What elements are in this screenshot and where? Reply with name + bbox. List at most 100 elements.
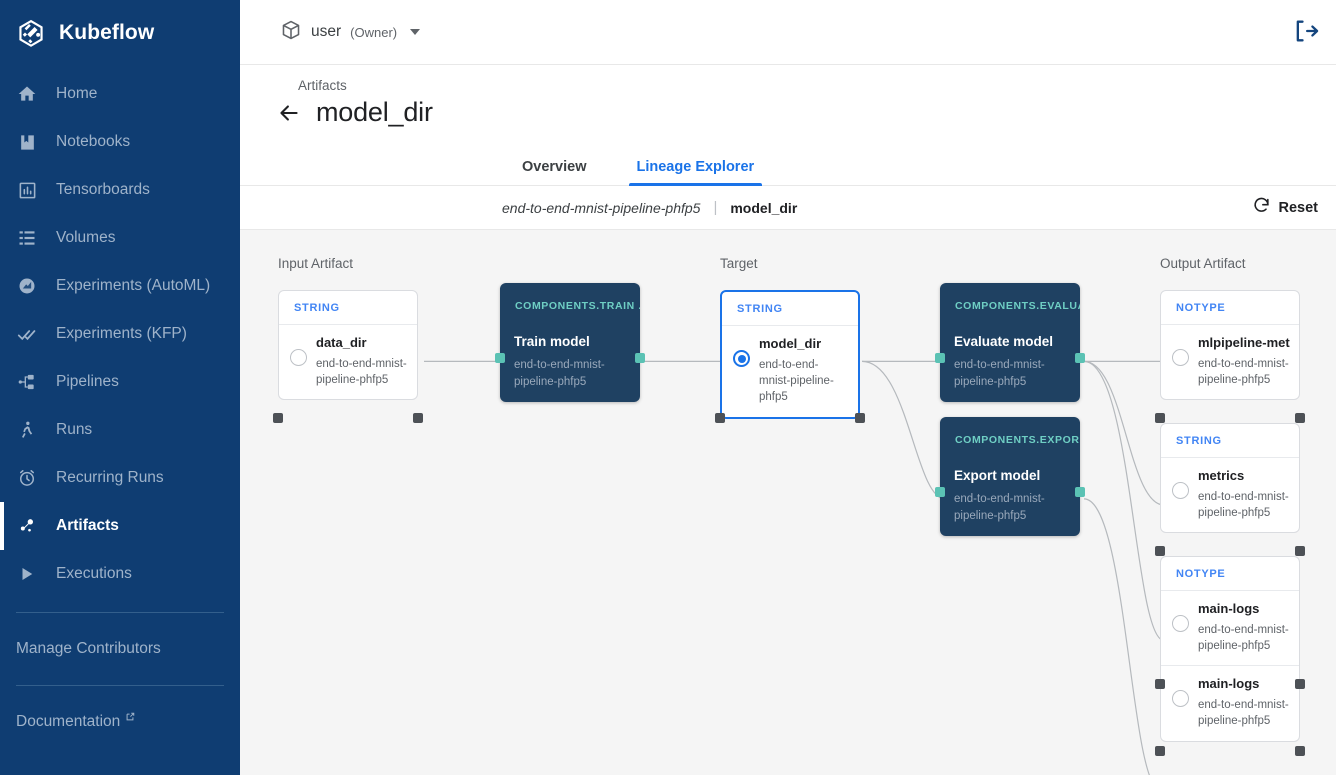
artifact-row[interactable]: main-logs end-to-end-mnist-pipeline-phfp… — [1161, 591, 1299, 665]
artifact-row[interactable]: main-logs end-to-end-mnist-pipeline-phfp… — [1161, 665, 1299, 740]
artifact-text: main-logs end-to-end-mnist-pipeline-phfp… — [1198, 599, 1289, 654]
column-label-input-artifact: Input Artifact — [278, 256, 354, 271]
node-execution-export-model[interactable]: COMPONENTS.EXPOR... Export model end-to-… — [935, 417, 1085, 537]
node-output-artifact-main-logs[interactable]: NOTYPE main-logs end-to-end-mnist-pipeli… — [1155, 556, 1305, 756]
artifact-title: data_dir — [316, 335, 367, 350]
sidebar-manage-contributors[interactable]: Manage Contributors — [0, 627, 240, 671]
lineage-canvas[interactable]: Input Artifact Target Output Artifact ST… — [240, 230, 1336, 775]
artifact-card[interactable]: STRING metrics end-to-end-mnist-pipeline… — [1160, 423, 1300, 534]
node-execution-train-model[interactable]: COMPONENTS.TRAIN ... Train model end-to-… — [495, 283, 645, 403]
output-port[interactable] — [1295, 546, 1305, 556]
output-port[interactable] — [1295, 413, 1305, 423]
logout-icon[interactable] — [1292, 17, 1322, 47]
input-port[interactable] — [935, 487, 945, 497]
brand[interactable]: Kubeflow — [0, 0, 240, 66]
namespace-selector[interactable]: user (Owner) — [280, 19, 421, 46]
artifact-row[interactable]: model_dir end-to-end-mnist-pipeline-phfp… — [722, 326, 858, 417]
chevron-down-icon — [410, 29, 421, 35]
sidebar-item-label: Notebooks — [56, 133, 131, 150]
sidebar-item-volumes[interactable]: Volumes — [0, 214, 240, 262]
tab-overview[interactable]: Overview — [514, 159, 595, 186]
lineage-pipeline-name: end-to-end-mnist-pipeline-phfp5 — [502, 199, 701, 216]
node-target-artifact-model-dir[interactable]: STRING model_dir end-to-end-mnist-pipeli… — [715, 290, 865, 423]
artifact-subtitle: end-to-end-mnist-pipeline-phfp5 — [1198, 357, 1289, 386]
input-port[interactable] — [1155, 413, 1165, 423]
sidebar-item-executions[interactable]: Executions — [0, 550, 240, 598]
sidebar-item-label: Runs — [56, 421, 93, 438]
execution-card[interactable]: COMPONENTS.EVALUA... Evaluate model end-… — [940, 283, 1080, 403]
artifact-type-label: STRING — [1161, 424, 1299, 458]
sidebar-item-tensorboards[interactable]: Tensorboards — [0, 166, 240, 214]
input-port[interactable] — [1155, 546, 1165, 556]
artifact-radio[interactable] — [290, 349, 307, 366]
execution-type-label: COMPONENTS.TRAIN ... — [515, 300, 640, 312]
input-port[interactable] — [273, 413, 283, 423]
input-port[interactable] — [495, 353, 505, 363]
artifact-type-label: NOTYPE — [1161, 291, 1299, 325]
artifact-title: mlpipeline-met — [1198, 335, 1290, 350]
sidebar-item-experiments-kfp[interactable]: Experiments (KFP) — [0, 310, 240, 358]
artifact-card[interactable]: STRING model_dir end-to-end-mnist-pipeli… — [720, 290, 860, 419]
execution-card[interactable]: COMPONENTS.TRAIN ... Train model end-to-… — [500, 283, 640, 403]
sidebar-item-pipelines[interactable]: Pipelines — [0, 358, 240, 406]
namespace-role: (Owner) — [350, 24, 398, 40]
volumes-icon — [16, 227, 38, 249]
output-port[interactable] — [1075, 487, 1085, 497]
output-port[interactable] — [1075, 353, 1085, 363]
artifact-radio[interactable] — [1172, 482, 1189, 499]
tab-lineage-explorer[interactable]: Lineage Explorer — [628, 159, 763, 186]
input-port[interactable] — [1155, 679, 1165, 689]
sidebar-item-label: Recurring Runs — [56, 469, 164, 486]
back-button[interactable] — [274, 98, 304, 128]
kubeflow-logo-icon — [16, 18, 46, 48]
sidebar-item-experiments-automl[interactable]: Experiments (AutoML) — [0, 262, 240, 310]
artifact-radio[interactable] — [733, 350, 750, 367]
artifact-radio[interactable] — [1172, 690, 1189, 708]
artifact-card[interactable]: NOTYPE mlpipeline-met end-to-end-mnist-p… — [1160, 290, 1300, 401]
artifact-subtitle: end-to-end-mnist-pipeline-phfp5 — [1198, 623, 1289, 652]
output-port[interactable] — [855, 413, 865, 423]
artifact-card[interactable]: STRING data_dir end-to-end-mnist-pipelin… — [278, 290, 418, 401]
sidebar-item-artifacts[interactable]: Artifacts — [0, 502, 240, 550]
artifact-text: model_dir end-to-end-mnist-pipeline-phfp… — [759, 334, 848, 406]
input-port[interactable] — [1155, 746, 1165, 756]
artifact-row[interactable]: data_dir end-to-end-mnist-pipeline-phfp5 — [279, 325, 417, 399]
sidebar-item-runs[interactable]: Runs — [0, 406, 240, 454]
output-port[interactable] — [635, 353, 645, 363]
sidebar-documentation[interactable]: Documentation — [0, 700, 240, 744]
input-port[interactable] — [715, 413, 725, 423]
sidebar-item-notebooks[interactable]: Notebooks — [0, 118, 240, 166]
artifacts-icon — [16, 515, 38, 537]
input-port[interactable] — [935, 353, 945, 363]
node-output-artifact-metrics[interactable]: STRING metrics end-to-end-mnist-pipeline… — [1155, 423, 1305, 556]
output-port[interactable] — [1295, 746, 1305, 756]
output-port[interactable] — [1295, 679, 1305, 689]
artifact-title: main-logs — [1198, 601, 1260, 616]
executions-icon — [16, 563, 38, 585]
artifact-radio[interactable] — [1172, 349, 1189, 366]
artifact-row[interactable]: metrics end-to-end-mnist-pipeline-phfp5 — [1161, 458, 1299, 532]
sidebar-item-recurring-runs[interactable]: Recurring Runs — [0, 454, 240, 502]
execution-subtitle: end-to-end-mnist-pipeline-phfp5 — [954, 493, 1045, 522]
node-input-artifact-data-dir[interactable]: STRING data_dir end-to-end-mnist-pipelin… — [273, 290, 423, 423]
lineage-breadcrumb-divider: | — [713, 199, 718, 216]
artifact-subtitle: end-to-end-mnist-pipeline-phfp5 — [759, 358, 834, 404]
node-output-artifact-mlpipeline-metrics[interactable]: NOTYPE mlpipeline-met end-to-end-mnist-p… — [1155, 290, 1305, 423]
artifact-row[interactable]: mlpipeline-met end-to-end-mnist-pipeline… — [1161, 325, 1299, 399]
sidebar-item-home[interactable]: Home — [0, 70, 240, 118]
sidebar-divider-2 — [16, 685, 224, 686]
notebook-icon — [16, 131, 38, 153]
breadcrumb[interactable]: Artifacts — [298, 78, 1336, 93]
experiments-kfp-icon — [16, 323, 38, 345]
reset-button[interactable]: Reset — [1252, 196, 1318, 219]
execution-card[interactable]: COMPONENTS.EXPOR... Export model end-to-… — [940, 417, 1080, 537]
output-port[interactable] — [413, 413, 423, 423]
brand-name: Kubeflow — [59, 21, 155, 44]
sidebar-item-label: Home — [56, 85, 98, 102]
artifact-card[interactable]: NOTYPE main-logs end-to-end-mnist-pipeli… — [1160, 556, 1300, 742]
node-execution-evaluate-model[interactable]: COMPONENTS.EVALUA... Evaluate model end-… — [935, 283, 1085, 403]
artifact-radio[interactable] — [1172, 615, 1189, 632]
artifact-text: main-logs end-to-end-mnist-pipeline-phfp… — [1198, 674, 1289, 729]
execution-title: Export model — [954, 468, 1041, 483]
main-area: user (Owner) Artifacts model_dir Overvie… — [240, 0, 1336, 775]
